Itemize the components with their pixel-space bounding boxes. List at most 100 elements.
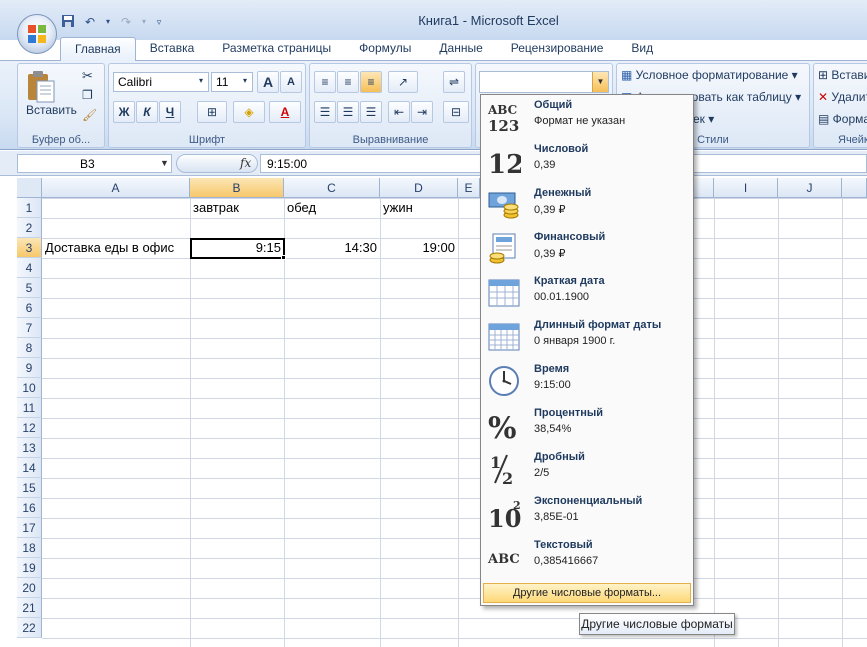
column-header-k[interactable]: [842, 178, 867, 198]
copy-icon[interactable]: ❐: [82, 88, 93, 102]
grow-font-icon[interactable]: A: [257, 71, 279, 93]
name-box-dropdown-icon[interactable]: ▼: [160, 158, 169, 168]
format-item-accounting[interactable]: Финансовый 0,39 ₽: [481, 227, 693, 271]
format-item-long-date[interactable]: Длинный формат даты 0 января 1900 г.: [481, 315, 693, 359]
cell-d3[interactable]: 19:00: [380, 238, 458, 258]
font-color-icon[interactable]: A: [269, 101, 301, 123]
save-icon[interactable]: [60, 14, 76, 30]
wrap-text-icon[interactable]: ⇌: [443, 71, 465, 93]
format-item-fraction[interactable]: 1 2 Дробный 2/5: [481, 447, 693, 491]
paste-button-label[interactable]: Вставить: [26, 103, 77, 117]
format-item-scientific[interactable]: 10 2 Экспоненциальный 3,85E-01: [481, 491, 693, 535]
tab-review[interactable]: Рецензирование: [497, 37, 618, 61]
increase-indent-icon[interactable]: ⇥: [411, 101, 433, 123]
row-header[interactable]: 8: [17, 338, 42, 358]
align-top-icon[interactable]: ≡: [314, 71, 336, 93]
cell-c3[interactable]: 14:30: [284, 238, 380, 258]
delete-cells-button[interactable]: ✕ Удалить: [818, 90, 867, 104]
tab-insert[interactable]: Вставка: [136, 37, 209, 61]
align-left-icon[interactable]: ☰: [314, 101, 336, 123]
format-item-general[interactable]: ABC 123 Общий Формат не указан: [481, 95, 693, 139]
align-center-icon[interactable]: ☰: [337, 101, 359, 123]
insert-cells-button[interactable]: ⊞ Вставить: [818, 68, 867, 82]
row-header[interactable]: 20: [17, 578, 42, 598]
tab-view[interactable]: Вид: [617, 37, 667, 61]
align-right-icon[interactable]: ☰: [360, 101, 382, 123]
name-box[interactable]: B3: [17, 154, 172, 173]
cut-icon[interactable]: ✂: [82, 68, 93, 84]
italic-icon[interactable]: К: [136, 101, 158, 123]
format-item-short-date[interactable]: Краткая дата 00.01.1900: [481, 271, 693, 315]
select-all-corner[interactable]: [17, 178, 42, 198]
row-header[interactable]: 22: [17, 618, 42, 638]
row-header[interactable]: 9: [17, 358, 42, 378]
column-header-d[interactable]: D: [380, 178, 458, 198]
paste-icon[interactable]: [24, 70, 60, 106]
insert-function-icon[interactable]: fx: [240, 156, 251, 170]
row-header[interactable]: 14: [17, 458, 42, 478]
row-header[interactable]: 10: [17, 378, 42, 398]
fill-color-icon[interactable]: ◈: [233, 101, 265, 123]
tab-page-layout[interactable]: Разметка страницы: [208, 37, 345, 61]
column-header-a[interactable]: A: [42, 178, 190, 198]
font-name-combo[interactable]: Calibri: [113, 72, 209, 92]
row-header[interactable]: 15: [17, 478, 42, 498]
decrease-indent-icon[interactable]: ⇤: [388, 101, 410, 123]
row-header[interactable]: 11: [17, 398, 42, 418]
redo-icon[interactable]: ↷: [118, 14, 134, 30]
undo-icon[interactable]: ↶: [82, 14, 98, 30]
align-middle-icon[interactable]: ≡: [337, 71, 359, 93]
customize-toolbar-icon[interactable]: ▿: [154, 14, 164, 30]
more-number-formats-button[interactable]: Другие числовые форматы...: [483, 583, 691, 603]
row-header[interactable]: 12: [17, 418, 42, 438]
conditional-formatting-button[interactable]: ▦ Условное форматирование ▾: [621, 68, 798, 82]
cell-d1[interactable]: ужин: [380, 198, 416, 218]
cell-a3[interactable]: Доставка еды в офис: [42, 238, 177, 258]
number-format-dropdown-icon[interactable]: ▼: [592, 72, 608, 92]
row-header[interactable]: 2: [17, 218, 42, 238]
row-header[interactable]: 16: [17, 498, 42, 518]
redo-dropdown-icon[interactable]: ▾: [140, 14, 148, 30]
format-item-currency[interactable]: Денежный 0,39 ₽: [481, 183, 693, 227]
sheet-grid[interactable]: [42, 198, 867, 647]
format-item-number[interactable]: 12 Числовой 0,39: [481, 139, 693, 183]
row-header[interactable]: 7: [17, 318, 42, 338]
row-header[interactable]: 5: [17, 278, 42, 298]
column-header-c[interactable]: C: [284, 178, 380, 198]
align-bottom-icon[interactable]: ≡: [360, 71, 382, 93]
orientation-icon[interactable]: ↗: [388, 71, 418, 93]
font-size-dropdown-icon[interactable]: ▾: [243, 76, 247, 85]
format-painter-icon[interactable]: 🖌: [82, 108, 97, 122]
bold-icon[interactable]: Ж: [113, 101, 135, 123]
row-header[interactable]: 17: [17, 518, 42, 538]
column-header-e[interactable]: E: [458, 178, 480, 198]
fill-handle[interactable]: [281, 255, 286, 260]
format-item-time[interactable]: Время 9:15:00: [481, 359, 693, 403]
row-header[interactable]: 13: [17, 438, 42, 458]
undo-dropdown-icon[interactable]: ▾: [104, 14, 112, 30]
tab-home[interactable]: Главная: [60, 37, 136, 61]
shrink-font-icon[interactable]: A: [280, 71, 302, 93]
office-button[interactable]: [17, 14, 57, 54]
number-format-combo[interactable]: [479, 71, 609, 93]
row-header[interactable]: 19: [17, 558, 42, 578]
merge-center-icon[interactable]: ⊟: [443, 101, 469, 123]
row-header[interactable]: 21: [17, 598, 42, 618]
tab-formulas[interactable]: Формулы: [345, 37, 425, 61]
tab-data[interactable]: Данные: [425, 37, 496, 61]
column-header-i[interactable]: I: [714, 178, 778, 198]
row-header[interactable]: 1: [17, 198, 42, 218]
row-header[interactable]: 4: [17, 258, 42, 278]
font-name-dropdown-icon[interactable]: ▾: [199, 76, 203, 85]
column-header-j[interactable]: J: [778, 178, 842, 198]
cell-c1[interactable]: обед: [284, 198, 319, 218]
borders-icon[interactable]: ⊞: [197, 101, 227, 123]
format-item-percent[interactable]: % Процентный 38,54%: [481, 403, 693, 447]
row-header[interactable]: 6: [17, 298, 42, 318]
row-header[interactable]: 18: [17, 538, 42, 558]
row-header[interactable]: 3: [17, 238, 42, 258]
column-header-g[interactable]: [694, 178, 714, 198]
underline-icon[interactable]: Ч: [159, 101, 181, 123]
format-cells-button[interactable]: ▤ Формат: [818, 112, 867, 126]
column-header-b[interactable]: B: [190, 178, 284, 198]
